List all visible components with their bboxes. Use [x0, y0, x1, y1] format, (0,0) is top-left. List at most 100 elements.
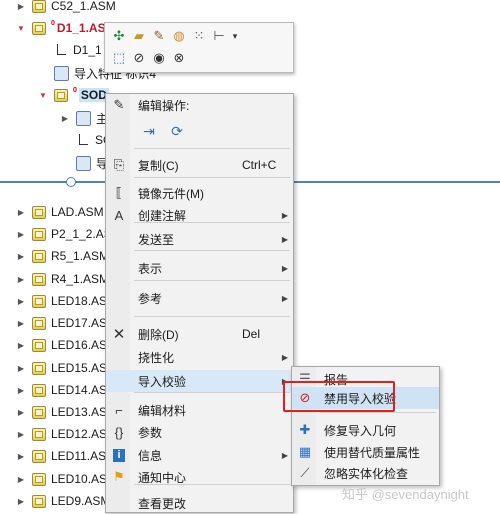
dashed-select-icon[interactable]: ◉: [150, 49, 168, 67]
expand-arrow-closed-icon[interactable]: ▶: [16, 229, 26, 239]
tree-item-label: LAD.ASM: [51, 205, 104, 219]
annotation-highlight-box: [283, 381, 395, 412]
status-flag: 0: [73, 86, 77, 94]
expand-arrow-open-icon[interactable]: ▼: [38, 90, 48, 100]
mirror-icon: ⟦: [115, 185, 123, 200]
expand-arrow-closed-icon[interactable]: ▶: [16, 407, 26, 417]
tree-item[interactable]: ▶ LED15.ASM: [16, 357, 117, 379]
context-menu-item[interactable]: 发送至 ▶: [106, 228, 293, 250]
tree-item-label: LED9.ASM: [51, 494, 111, 508]
context-menu-item-label: 信息: [138, 448, 163, 463]
move-icon[interactable]: ✣: [110, 27, 128, 45]
chevron-down-icon[interactable]: ▾: [226, 27, 244, 45]
assembly-icon: [32, 361, 46, 375]
context-menu-item[interactable]: i 信息 ▶: [106, 444, 293, 466]
replace-icon[interactable]: ⇥: [138, 121, 160, 141]
context-menu-item[interactable]: 导入校验 ▶: [106, 370, 293, 392]
assembly-icon: [32, 249, 46, 263]
tree-item[interactable]: ▶ LED13.ASM: [16, 401, 117, 423]
grid-select-icon[interactable]: ⁙: [190, 27, 208, 45]
tree-item[interactable]: ▶ LED9.ASM: [16, 490, 110, 512]
assembly-icon: [32, 338, 46, 352]
shortcut-label: Ctrl+C: [242, 158, 277, 172]
expand-arrow-closed-icon[interactable]: ▶: [16, 318, 26, 328]
assembly-icon: [32, 427, 46, 441]
tree-item[interactable]: ▶ R4_1.ASM: [16, 268, 109, 290]
tree-item[interactable]: ▶ LED17.ASM: [16, 312, 117, 334]
submenu-arrow-icon: ▶: [281, 293, 288, 303]
mass-properties-icon: ▦: [298, 444, 312, 459]
annotation-icon: A: [114, 207, 124, 223]
context-menu-item-label: 镜像元件(M): [138, 186, 204, 201]
context-menu-item[interactable]: ⎘ 复制(C) Ctrl+C: [106, 154, 293, 176]
expand-arrow-closed-icon[interactable]: ▶: [16, 340, 26, 350]
tree-item[interactable]: D1_1: [38, 39, 102, 61]
expand-arrow-closed-icon[interactable]: ▶: [16, 474, 26, 484]
submenu-item[interactable]: ✚ 修复导入几何: [292, 419, 439, 441]
context-menu-item[interactable]: 表示 ▶: [106, 257, 293, 279]
context-menu-item-label: 参考: [138, 291, 163, 306]
tree-item[interactable]: ▶ LED12.ASM: [16, 423, 117, 445]
context-menu-item[interactable]: ⟦ 镜像元件(M): [106, 182, 293, 204]
context-menu-item[interactable]: 挠性化 ▶: [106, 346, 293, 368]
context-menu-item-label: 删除(D): [138, 327, 179, 342]
assembly-icon: [54, 88, 68, 102]
expand-arrow-open-icon[interactable]: ▼: [16, 23, 26, 33]
tree-item[interactable]: ▶ LAD.ASM: [16, 201, 104, 223]
assembly-icon: [32, 205, 46, 219]
context-menu-item-label: 表示: [138, 261, 163, 276]
tree-item[interactable]: ▶ C52_1.ASM: [16, 0, 116, 17]
tree-item[interactable]: ▶ LED16.ASM: [16, 334, 117, 356]
submenu-item[interactable]: ▦ 使用替代质量属性: [292, 441, 439, 463]
context-menu-item[interactable]: 参考 ▶: [106, 287, 293, 309]
expand-arrow-closed-icon[interactable]: ▶: [16, 451, 26, 461]
context-menu-item[interactable]: ✕ 删除(D) Del: [106, 323, 293, 345]
context-menu-item[interactable]: ⚑ 通知中心: [106, 466, 293, 488]
tree-item[interactable]: ▶ LED18.ASM: [16, 290, 117, 312]
tree-item[interactable]: ▶ LED10.ASM: [16, 468, 117, 490]
hide-icon[interactable]: ⬚: [110, 49, 128, 67]
expand-arrow-closed-icon[interactable]: ▶: [16, 251, 26, 261]
tree-item[interactable]: ▼ 0 D1_1.AS: [16, 17, 106, 39]
menu-separator: [134, 392, 290, 393]
submenu-arrow-icon: ▶: [281, 234, 288, 244]
watermark: 知乎 @sevendaynight: [342, 487, 469, 502]
tree-item[interactable]: ▶ LED11.ASM: [16, 445, 116, 467]
context-menu-item[interactable]: {} 参数: [106, 421, 293, 443]
appearance-icon[interactable]: ◍: [170, 27, 188, 45]
assembly-icon: [32, 294, 46, 308]
open-folder-icon[interactable]: ▰: [130, 27, 148, 45]
expand-arrow-closed-icon[interactable]: ▶: [16, 296, 26, 306]
expand-arrow-closed-icon[interactable]: ▶: [16, 385, 26, 395]
expand-arrow-closed-icon[interactable]: ▶: [16, 496, 26, 506]
context-menu-item[interactable]: A 创建注解 ▶: [106, 204, 293, 226]
tree-item[interactable]: ▼ 0 SOD: [38, 84, 109, 106]
expand-arrow-closed-icon[interactable]: ▶: [16, 274, 26, 284]
edit-pencil-icon: ✎: [113, 97, 125, 112]
tree-item[interactable]: ▶ LED14.ASM: [16, 379, 117, 401]
assembly-icon: [32, 449, 46, 463]
paint-brush-icon[interactable]: ✎: [150, 27, 168, 45]
status-flag: 0: [51, 19, 55, 27]
mini-toolbar: ✣ ▰ ✎ ◍ ⁙ ⊢ ▾ ⬚ ⊘ ◉ ⊗: [104, 22, 294, 73]
delete-icon: ✕: [112, 326, 126, 343]
context-menu-item[interactable]: 查看更改: [106, 492, 293, 514]
tree-item-label: D1_1.AS: [56, 21, 106, 35]
visibility-icon[interactable]: ⊘: [130, 49, 148, 67]
expand-arrow-closed-icon[interactable]: ▶: [16, 207, 26, 217]
expand-arrow-closed-icon[interactable]: ▶: [16, 363, 26, 373]
tree-item-label: R5_1.ASM: [51, 249, 110, 263]
assembly-icon: [32, 272, 46, 286]
expand-arrow-closed-icon[interactable]: ▶: [16, 429, 26, 439]
tree-item-label: R4_1.ASM: [51, 272, 110, 286]
show-hide-icon[interactable]: ⊗: [170, 49, 188, 67]
submenu-arrow-icon: ▶: [281, 352, 288, 362]
submenu-item[interactable]: ⟋ 忽略实体化检查: [292, 462, 439, 484]
assembly-icon: [32, 494, 46, 508]
context-menu-item[interactable]: ⌐ 编辑材料: [106, 399, 293, 421]
expand-arrow-closed-icon[interactable]: ▶: [16, 1, 26, 11]
expand-arrow-closed-icon[interactable]: ▶: [60, 113, 70, 123]
regenerate-icon[interactable]: ⟳: [166, 121, 188, 141]
tree-item[interactable]: ▶ R5_1.ASM: [16, 245, 109, 267]
context-menu-item-label: 复制(C): [138, 158, 179, 173]
